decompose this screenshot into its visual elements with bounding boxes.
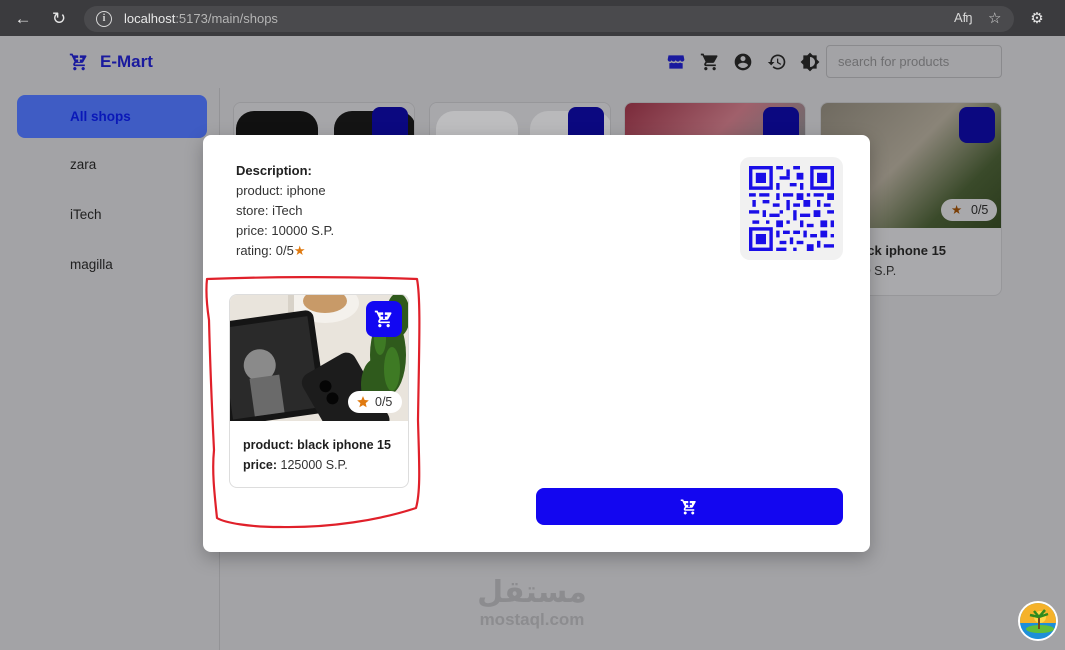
sidebar-item-itech[interactable]: iTech	[17, 193, 207, 236]
description-title: Description:	[236, 163, 312, 178]
add-to-cart-button[interactable]	[366, 301, 402, 337]
qr-code-icon	[749, 166, 834, 251]
floating-avatar[interactable]	[1018, 601, 1058, 641]
url-text[interactable]: localhost:5173/main/shops	[124, 11, 278, 26]
watermark-latin: mostaql.com	[479, 610, 585, 629]
app-header: E-Mart search for products	[4, 36, 1065, 88]
search-input[interactable]: search for products	[826, 45, 1002, 78]
reload-icon[interactable]: ↻	[48, 8, 70, 30]
description-rating: rating: 0/5★	[236, 243, 306, 258]
star-icon	[357, 396, 369, 408]
product-info: product: black iphone 15 price: 125000 S…	[243, 435, 391, 475]
brand-cart-icon	[69, 53, 87, 71]
brand-name[interactable]: E-Mart	[100, 52, 153, 72]
favorite-star-icon[interactable]: ☆	[988, 9, 1001, 27]
product-name-line: product: black iphone 15	[243, 438, 391, 452]
watermark-arabic: مستقل	[477, 575, 587, 610]
add-cart-icon	[374, 310, 392, 328]
product-price-line: price: 125000 S.P.	[243, 458, 348, 472]
qr-code	[740, 157, 843, 260]
add-to-cart-button[interactable]	[959, 107, 995, 143]
extensions-icon[interactable]: ⚙	[1028, 9, 1046, 27]
description-store: store: iTech	[236, 203, 303, 218]
description-price: price: 10000 S.P.	[236, 223, 335, 238]
cart-icon[interactable]	[700, 52, 720, 72]
account-icon[interactable]	[733, 52, 753, 72]
watermark: مستقل mostaql.com	[466, 576, 598, 630]
address-bar[interactable]: i localhost:5173/main/shops Aʩ ☆	[84, 6, 1014, 32]
sidebar-item-magilla[interactable]: magilla	[17, 243, 207, 286]
read-aloud-icon[interactable]: Aʩ	[954, 10, 973, 25]
rating-value: 0/5	[971, 203, 989, 217]
history-icon[interactable]	[767, 52, 787, 72]
add-to-cart-main-button[interactable]	[536, 488, 843, 525]
sidebar-item-zara[interactable]: zara	[17, 143, 207, 186]
product-details-modal: Description: product: iphone store: iTec…	[203, 135, 870, 552]
rating-badge: ★ 0/5	[941, 199, 997, 221]
star-icon: ★	[951, 203, 963, 217]
theme-toggle-icon[interactable]	[800, 52, 820, 72]
browser-toolbar: ← ↻ i localhost:5173/main/shops Aʩ ☆ ⚙	[0, 0, 1065, 36]
description-product: product: iphone	[236, 183, 326, 198]
sidebar: All shops zara iTech magilla	[4, 88, 220, 650]
add-cart-icon	[680, 499, 696, 515]
product-card[interactable]: 0/5 product: black iphone 15 price: 1250…	[229, 294, 409, 488]
product-description: Description: product: iphone store: iTec…	[236, 161, 334, 261]
store-icon[interactable]	[666, 52, 686, 72]
rating-value: 0/5	[375, 395, 393, 409]
star-icon: ★	[293, 243, 306, 258]
info-icon[interactable]: i	[96, 11, 112, 27]
sidebar-item-all-shops[interactable]: All shops	[17, 95, 207, 138]
back-arrow-icon[interactable]: ←	[12, 8, 34, 30]
rating-badge: 0/5	[348, 391, 402, 413]
